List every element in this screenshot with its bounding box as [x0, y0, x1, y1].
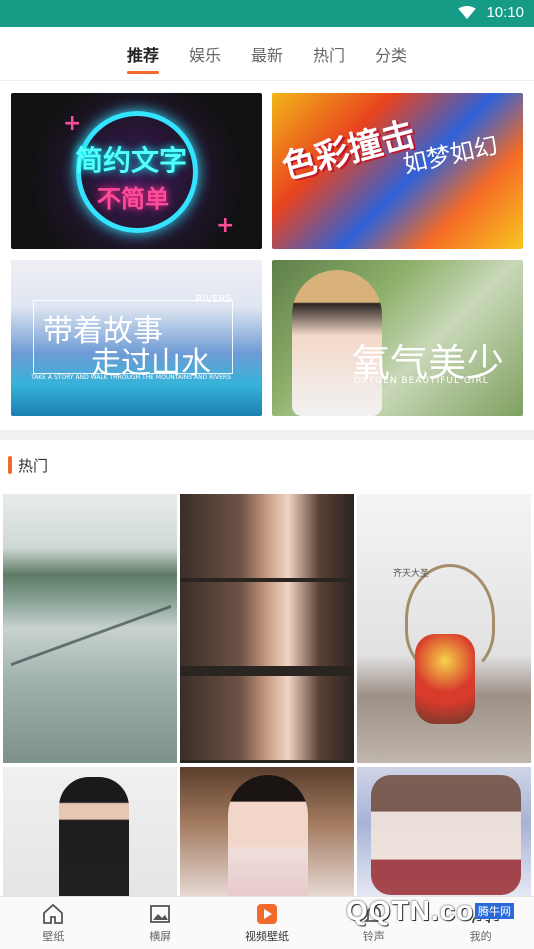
- anime-figure: [371, 775, 521, 895]
- wallpaper-woman-black-coat[interactable]: [3, 767, 177, 907]
- photo-strip: [180, 676, 354, 760]
- banner-caption: TAKE A STORY AND WALK THROUGH THE MOUNTA…: [31, 374, 231, 381]
- tab-category[interactable]: 分类: [371, 36, 411, 72]
- photo-strip: [180, 582, 354, 666]
- video-play-icon: [256, 904, 277, 924]
- monkey-figure: [415, 634, 475, 724]
- person-figure: [59, 777, 129, 907]
- tab-latest[interactable]: 最新: [247, 36, 287, 72]
- section-header: 热门: [0, 440, 534, 490]
- wallpaper-girl-triptych[interactable]: [180, 494, 354, 763]
- nav-label: 横屏: [149, 930, 172, 943]
- wallpaper-costume-girl[interactable]: [180, 767, 354, 907]
- banner-subtitle: OXYGEN BEAUTIFUL GIRL: [354, 376, 489, 386]
- watermark-site: 腾牛网: [475, 903, 514, 919]
- clock: 10:10: [486, 4, 524, 21]
- plus-decoration: +: [63, 111, 82, 136]
- plus-decoration: +: [216, 213, 235, 238]
- tab-entertainment[interactable]: 娱乐: [185, 36, 225, 72]
- top-tab-bar: 推荐 娱乐 最新 热门 分类: [0, 27, 534, 81]
- hot-image-grid: 齐天大圣: [0, 490, 534, 907]
- nav-label: 视频壁纸: [244, 930, 289, 943]
- wallpaper-monkey-king[interactable]: 齐天大圣: [357, 494, 531, 763]
- nav-landscape[interactable]: 横屏: [107, 897, 214, 949]
- nav-label: 壁纸: [42, 930, 65, 943]
- tab-recommend[interactable]: 推荐: [123, 36, 163, 74]
- banner-neon-text[interactable]: + + 简约文字 不简单: [11, 93, 262, 249]
- photo-strip: [180, 494, 354, 578]
- home-icon: [43, 903, 64, 924]
- wallpaper-anime-boys[interactable]: [357, 767, 531, 907]
- pier-shape: [11, 604, 171, 704]
- section-accent-bar: [8, 456, 12, 474]
- banner-title: 简约文字: [75, 144, 188, 177]
- bottom-nav: 壁纸 横屏 视频壁纸 铃声 我的 QQTN.com 腾牛网: [0, 895, 534, 949]
- banner-color-clash[interactable]: 色彩撞击 如梦如幻: [272, 93, 523, 249]
- section-divider: [0, 430, 534, 440]
- banner-oxygen-girl[interactable]: 氧气美少 OXYGEN BEAUTIFUL GIRL: [272, 260, 523, 416]
- wallpaper-caption: 齐天大圣: [393, 569, 430, 579]
- section-title: 热门: [18, 456, 49, 475]
- watermark: QQTN.com 腾牛网: [346, 895, 526, 943]
- image-icon: [150, 905, 171, 923]
- banner-grid: + + 简约文字 不简单 色彩撞击 如梦如幻 RIVERS 带着故事 走过山水 …: [0, 81, 534, 428]
- portrait-figure: [228, 775, 308, 905]
- nav-wallpaper[interactable]: 壁纸: [0, 897, 107, 949]
- tab-hot[interactable]: 热门: [309, 36, 349, 72]
- wallpaper-misty-lake[interactable]: [3, 494, 177, 763]
- banner-mountain-lake[interactable]: RIVERS 带着故事 走过山水 TAKE A STORY AND WALK T…: [11, 260, 262, 416]
- banner-title: 色彩撞击: [278, 113, 420, 188]
- banner-subtitle: 不简单: [97, 185, 169, 213]
- wifi-icon: [458, 6, 476, 20]
- status-bar: 10:10: [0, 0, 534, 27]
- nav-video-wallpaper[interactable]: 视频壁纸: [214, 897, 321, 949]
